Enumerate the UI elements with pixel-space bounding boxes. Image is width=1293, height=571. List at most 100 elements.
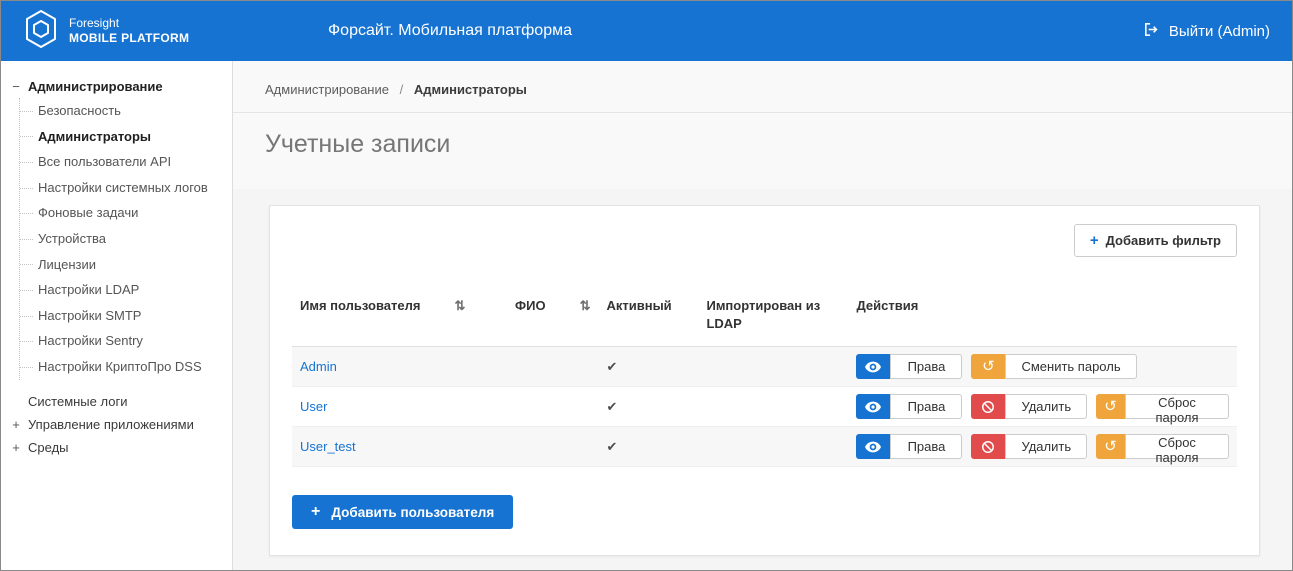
username-link[interactable]: Admin — [300, 359, 337, 374]
reset-password-action-group: ↺ Сброс пароля — [1096, 434, 1229, 459]
column-header-active: Активный — [598, 287, 698, 347]
sidebar-item-cryptopro-dss-settings[interactable]: Настройки КриптоПро DSS — [20, 354, 224, 380]
logout-icon — [1143, 21, 1160, 42]
accounts-table: Имя пользователя ⇅ ФИО ⇅ Активный — [292, 287, 1237, 467]
delete-button[interactable]: Удалить — [1005, 434, 1087, 459]
sidebar-item-label: Управление приложениями — [28, 417, 194, 432]
table-row: Admin ✔ Права — [292, 347, 1237, 387]
block-icon[interactable] — [971, 434, 1005, 459]
rights-action-group: Права — [856, 434, 962, 459]
eye-icon[interactable] — [856, 434, 890, 459]
ldap-cell — [698, 347, 848, 387]
sidebar-item-system-logs[interactable]: Системные логи — [9, 390, 224, 413]
app-title: Форсайт. Мобильная платформа — [328, 22, 572, 40]
sidebar-item-label: Администрирование — [28, 79, 163, 94]
reset-password-button[interactable]: Сброс пароля — [1125, 434, 1229, 459]
expand-icon[interactable]: + — [11, 440, 21, 455]
foresight-logo-icon — [23, 9, 59, 54]
table-row: User ✔ Права — [292, 387, 1237, 427]
username-link[interactable]: User — [300, 399, 327, 414]
page-title: Учетные записи — [233, 113, 1292, 159]
administration-subtree: Безопасность Администраторы Все пользова… — [19, 98, 224, 380]
ldap-cell — [698, 387, 848, 427]
reset-password-button[interactable]: Сброс пароля — [1125, 394, 1229, 419]
change-password-button[interactable]: Сменить пароль — [1005, 354, 1136, 379]
sidebar-item-smtp-settings[interactable]: Настройки SMTP — [20, 303, 224, 329]
column-label: Имя пользователя — [300, 297, 420, 315]
fio-cell — [507, 427, 598, 467]
row-actions: Права Удалить ↺ — [856, 394, 1229, 419]
card-toolbar: + Добавить фильтр — [292, 224, 1237, 257]
column-header-fio: ФИО ⇅ — [507, 287, 598, 347]
undo-icon[interactable]: ↺ — [1096, 434, 1125, 459]
brand-text: Foresight MOBILE PLATFORM — [69, 16, 189, 46]
undo-icon[interactable]: ↺ — [1096, 394, 1125, 419]
sidebar-item-label: Системные логи — [28, 394, 127, 409]
sort-username-icon[interactable]: ⇅ — [454, 297, 465, 315]
breadcrumb-parent[interactable]: Администрирование — [265, 82, 389, 97]
active-check-icon: ✔ — [606, 439, 617, 454]
sidebar-item-label: Среды — [28, 440, 69, 455]
expand-icon[interactable]: + — [11, 417, 21, 432]
table-header-row: Имя пользователя ⇅ ФИО ⇅ Активный — [292, 287, 1237, 347]
column-header-actions: Действия — [848, 287, 1237, 347]
delete-action-group: Удалить — [971, 434, 1087, 459]
row-actions: Права ↺ Сменить пароль — [856, 354, 1229, 379]
rights-button[interactable]: Права — [890, 354, 962, 379]
title-spacer — [233, 159, 1292, 189]
add-user-button[interactable]: + Добавить пользователя — [292, 495, 513, 529]
table-row: User_test ✔ Права — [292, 427, 1237, 467]
sidebar-item-administrators[interactable]: Администраторы — [20, 124, 224, 150]
rights-action-group: Права — [856, 394, 962, 419]
fio-cell — [507, 347, 598, 387]
row-actions: Права Удалить ↺ — [856, 434, 1229, 459]
delete-action-group: Удалить — [971, 394, 1087, 419]
add-filter-label: Добавить фильтр — [1106, 233, 1221, 248]
add-user-label: Добавить пользователя — [331, 505, 494, 520]
brand-product: MOBILE PLATFORM — [69, 31, 189, 46]
block-icon[interactable] — [971, 394, 1005, 419]
logout-label: Выйти (Admin) — [1169, 23, 1270, 40]
sidebar-item-background-tasks[interactable]: Фоновые задачи — [20, 200, 224, 226]
sidebar-item-api-users[interactable]: Все пользователи API — [20, 149, 224, 175]
collapse-icon[interactable]: − — [11, 79, 21, 94]
undo-icon[interactable]: ↺ — [971, 354, 1005, 379]
fio-cell — [507, 387, 598, 427]
username-link[interactable]: User_test — [300, 439, 356, 454]
accounts-card: + Добавить фильтр Имя пользователя ⇅ — [269, 205, 1260, 556]
app-window: Foresight MOBILE PLATFORM Форсайт. Мобил… — [0, 0, 1293, 571]
sidebar-item-devices[interactable]: Устройства — [20, 226, 224, 252]
ldap-cell — [698, 427, 848, 467]
delete-button[interactable]: Удалить — [1005, 394, 1087, 419]
brand-name: Foresight — [69, 16, 189, 31]
foresight-logo: Foresight MOBILE PLATFORM — [23, 9, 238, 54]
breadcrumb-current: Администраторы — [414, 82, 527, 97]
column-header-username: Имя пользователя ⇅ — [292, 287, 507, 347]
eye-icon[interactable] — [856, 394, 890, 419]
main-content: Администрирование / Администраторы Учетн… — [233, 61, 1292, 570]
rights-button[interactable]: Права — [890, 394, 962, 419]
sort-fio-icon[interactable]: ⇅ — [580, 297, 591, 315]
sidebar-item-security[interactable]: Безопасность — [20, 98, 224, 124]
eye-icon[interactable] — [856, 354, 890, 379]
reset-password-action-group: ↺ Сброс пароля — [1096, 394, 1229, 419]
active-check-icon: ✔ — [606, 399, 617, 414]
sidebar-item-ldap-settings[interactable]: Настройки LDAP — [20, 277, 224, 303]
change-password-action-group: ↺ Сменить пароль — [971, 354, 1136, 379]
sidebar-nav: − Администрирование Безопасность Админис… — [1, 61, 233, 570]
sidebar-item-environments[interactable]: + Среды — [9, 436, 224, 459]
column-label: ФИО — [515, 297, 546, 315]
app-header: Foresight MOBILE PLATFORM Форсайт. Мобил… — [1, 1, 1292, 61]
rights-button[interactable]: Права — [890, 434, 962, 459]
rights-action-group: Права — [856, 354, 962, 379]
sidebar-item-app-management[interactable]: + Управление приложениями — [9, 413, 224, 436]
breadcrumb: Администрирование / Администраторы — [233, 61, 1292, 113]
breadcrumb-separator: / — [400, 82, 404, 97]
sidebar-item-system-log-settings[interactable]: Настройки системных логов — [20, 175, 224, 201]
add-filter-button[interactable]: + Добавить фильтр — [1074, 224, 1237, 257]
plus-icon: + — [311, 504, 320, 520]
sidebar-item-licenses[interactable]: Лицензии — [20, 252, 224, 278]
sidebar-item-administration[interactable]: − Администрирование — [9, 75, 224, 98]
logout-button[interactable]: Выйти (Admin) — [1143, 21, 1270, 42]
sidebar-item-sentry-settings[interactable]: Настройки Sentry — [20, 328, 224, 354]
